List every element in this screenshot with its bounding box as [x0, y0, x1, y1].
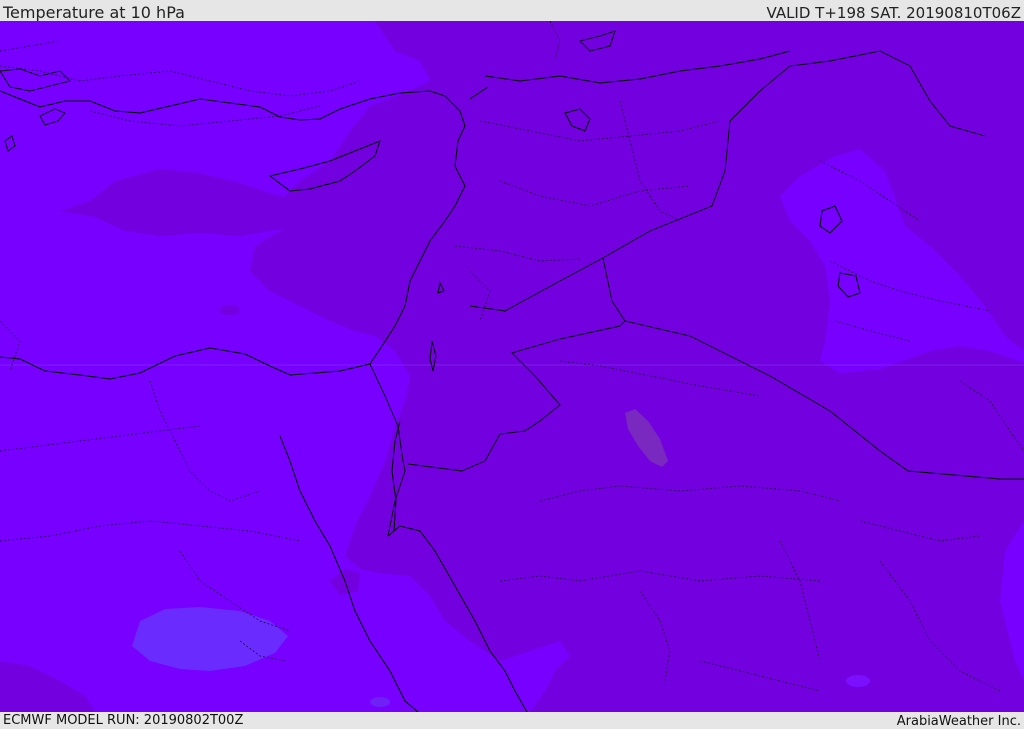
map-canvas	[0, 21, 1024, 712]
map-title: Temperature at 10 hPa	[3, 3, 185, 22]
cold-dot-2	[846, 675, 870, 687]
map-header: Temperature at 10 hPa VALID T+198 SAT. 2…	[0, 0, 1024, 22]
valid-time: VALID T+198 SAT. 20190810T06Z	[766, 4, 1021, 22]
cold-dot-1	[370, 697, 390, 707]
warm-dot	[220, 305, 240, 315]
temperature-map[interactable]	[0, 21, 1024, 712]
model-run: ECMWF MODEL RUN: 20190802T00Z	[3, 713, 244, 728]
map-footer: ECMWF MODEL RUN: 20190802T00Z ArabiaWeat…	[0, 712, 1024, 729]
credit: ArabiaWeather Inc.	[896, 714, 1021, 729]
